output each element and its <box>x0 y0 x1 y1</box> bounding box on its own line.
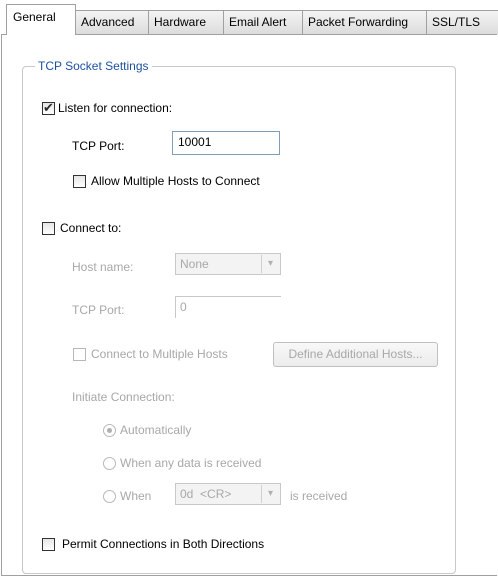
chevron-down-icon: ▾ <box>261 485 279 503</box>
tab-label: SSL/TLS <box>432 15 481 29</box>
tab-ssl-tls[interactable]: SSL/TLS <box>426 10 498 34</box>
connect-multiple-label: Connect to Multiple Hosts <box>91 347 228 361</box>
tab-email-alert[interactable]: Email Alert <box>223 10 303 34</box>
connect-checkbox[interactable] <box>42 222 55 235</box>
connect-label: Connect to: <box>60 221 122 235</box>
tcp-port-input[interactable]: 10001 <box>172 131 280 155</box>
when-select[interactable]: 0d <CR> ▾ <box>175 483 281 505</box>
host-name-label: Host name: <box>72 260 134 274</box>
radio-automatically[interactable] <box>103 424 116 437</box>
permit-both-checkbox[interactable] <box>42 538 55 551</box>
tab-general[interactable]: General <box>6 4 76 35</box>
tab-label: Email Alert <box>229 15 287 29</box>
radio-when[interactable] <box>103 490 116 503</box>
tab-label: Advanced <box>81 15 135 29</box>
listen-label: Listen for connection: <box>58 101 173 115</box>
tab-label: Hardware <box>154 15 207 29</box>
host-name-select[interactable]: None ▾ <box>175 253 281 275</box>
radio-automatically-label: Automatically <box>120 423 192 437</box>
when-value: 0d <CR> <box>180 487 232 501</box>
is-received-label: is received <box>290 489 348 503</box>
tab-packet-forwarding[interactable]: Packet Forwarding <box>302 10 427 34</box>
allow-multiple-label: Allow Multiple Hosts to Connect <box>91 174 260 188</box>
listen-checkbox[interactable]: ✔ <box>42 100 55 115</box>
radio-dot <box>107 428 112 433</box>
connect-multiple-checkbox[interactable] <box>73 348 86 361</box>
radio-any-data-label: When any data is received <box>120 456 262 470</box>
allow-multiple-checkbox[interactable] <box>73 175 86 188</box>
radio-any-data[interactable] <box>103 457 116 470</box>
check-icon: ✔ <box>43 100 54 115</box>
tab-label: General <box>13 10 56 24</box>
tab-hardware[interactable]: Hardware <box>148 10 224 34</box>
connect-tcp-port-label: TCP Port: <box>72 303 125 317</box>
chevron-down-icon: ▾ <box>261 255 279 273</box>
group-legend: TCP Socket Settings <box>35 59 152 73</box>
permit-both-label: Permit Connections in Both Directions <box>62 537 265 551</box>
tab-label: Packet Forwarding <box>308 15 409 29</box>
tcp-port-label: TCP Port: <box>72 139 125 153</box>
host-name-value: None <box>180 257 209 271</box>
connect-tcp-port-input[interactable]: 0 <box>175 296 281 318</box>
radio-when-label: When <box>120 489 152 503</box>
tab-strip: General Advanced Hardware Email Alert Pa… <box>0 0 498 35</box>
initiate-connection-label: Initiate Connection: <box>72 390 175 404</box>
define-hosts-button[interactable]: Define Additional Hosts... <box>273 342 438 367</box>
tab-advanced[interactable]: Advanced <box>75 10 149 34</box>
